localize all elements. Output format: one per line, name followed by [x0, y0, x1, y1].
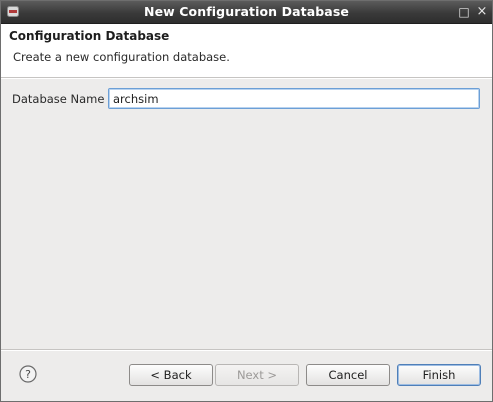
database-name-label: Database Name :	[12, 92, 112, 106]
back-button[interactable]: < Back	[129, 364, 213, 386]
maximize-icon[interactable]: □	[457, 5, 471, 19]
database-name-input[interactable]	[108, 88, 480, 109]
wizard-header: Configuration Database Create a new conf…	[1, 24, 492, 77]
finish-button[interactable]: Finish	[397, 364, 481, 386]
window-title: New Configuration Database	[144, 4, 349, 19]
close-icon[interactable]: ×	[475, 5, 489, 19]
footer-divider	[1, 349, 492, 351]
help-glyph: ?	[25, 368, 31, 381]
title-bar[interactable]: New Configuration Database □ ×	[1, 1, 492, 24]
next-button[interactable]: Next >	[215, 364, 299, 386]
header-divider	[1, 77, 492, 79]
cancel-button[interactable]: Cancel	[306, 364, 390, 386]
page-title: Configuration Database	[9, 29, 170, 43]
page-description: Create a new configuration database.	[13, 50, 230, 64]
help-icon[interactable]: ?	[19, 365, 37, 383]
new-configuration-database-dialog: New Configuration Database □ × Configura…	[0, 0, 493, 402]
